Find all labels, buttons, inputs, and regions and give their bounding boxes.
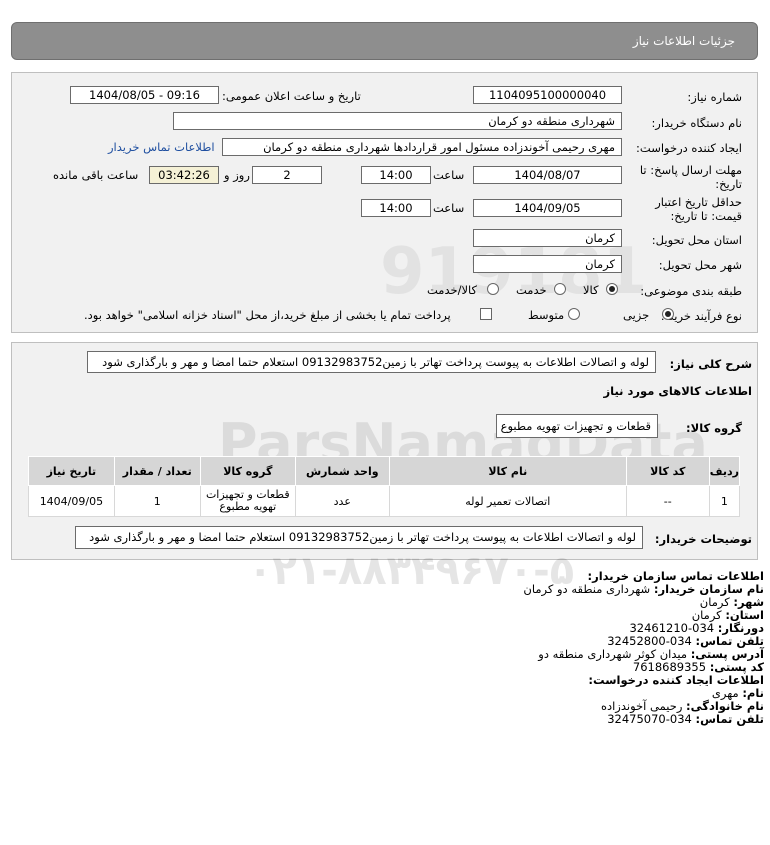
deadline-label: مهلت ارسال پاسخ: تا bbox=[639, 163, 742, 177]
category-radio-goods-service[interactable] bbox=[487, 283, 499, 295]
deadline-date-field: 1404/08/07 bbox=[473, 166, 622, 184]
validity-time-field: 14:00 bbox=[361, 199, 431, 217]
cell-unit: عدد bbox=[294, 485, 390, 517]
page-title: جزئیات اطلاعات نیاز bbox=[632, 34, 735, 48]
province-label: استان محل تحویل: bbox=[651, 233, 742, 247]
buyer-org-label: نام دستگاه خریدار: bbox=[651, 116, 742, 130]
description-field: لوله و اتصالات اطلاعات به پیوست پرداخت ت… bbox=[87, 351, 656, 373]
goods-section-title: اطلاعات کالاهای مورد نیاز bbox=[603, 384, 752, 398]
buyer-name-label: نام سازمان خریدار: bbox=[653, 582, 764, 596]
col-row: ردیف bbox=[708, 456, 741, 486]
contact-province-value: کرمان bbox=[691, 608, 722, 622]
col-group: گروه کالا bbox=[199, 456, 296, 486]
buyer-notes-field: لوله و اتصالات اطلاعات به پیوست پرداخت ت… bbox=[75, 526, 643, 549]
contact-city-label: شهر: bbox=[733, 595, 764, 609]
goods-group-label: گروه کالا: bbox=[686, 421, 742, 435]
treasury-payment-note: پرداخت تمام یا بخشی از مبلغ خرید،از محل … bbox=[84, 308, 451, 322]
validity-time-label: ساعت bbox=[433, 201, 465, 215]
buyer-org-field: شهرداری منطقه دو کرمان bbox=[173, 112, 622, 130]
cell-quantity: 1 bbox=[113, 485, 201, 517]
category-option-goods-service: کالا/خدمت bbox=[427, 283, 478, 297]
validity-label: حداقل تاریخ اعتبار bbox=[655, 195, 742, 209]
postal-value: 7618689355 bbox=[632, 660, 707, 674]
col-code: کد کالا bbox=[625, 456, 710, 486]
creator-label: ایجاد کننده درخواست: bbox=[636, 141, 742, 155]
category-label: طبقه بندی موضوعی: bbox=[640, 284, 742, 298]
col-date: تاریخ نیاز bbox=[28, 456, 115, 486]
first-name-value: مهری bbox=[711, 686, 739, 700]
creator-phone-line: تلفن تماس: 034-32475070 bbox=[34, 713, 764, 726]
goods-group-field: قطعات و تجهیزات تهویه مطبوع bbox=[496, 414, 658, 438]
category-option-goods: کالا bbox=[583, 283, 599, 297]
phone-value: 034-32452800 bbox=[607, 634, 692, 648]
fax-label: دورنگار: bbox=[717, 621, 764, 635]
deadline-label-2: تاریخ: bbox=[715, 177, 742, 191]
first-name-label: نام: bbox=[742, 686, 764, 700]
buyer-notes-label: توضیحات خریدار: bbox=[654, 532, 752, 546]
contact-city-value: کرمان bbox=[699, 595, 730, 609]
items-table: ردیف کد کالا نام کالا واحد شمارش گروه کا… bbox=[28, 456, 741, 517]
need-number-field: 1104095100000040 bbox=[473, 86, 622, 104]
process-radio-partial[interactable] bbox=[662, 308, 674, 320]
need-number-label: شماره نیاز: bbox=[687, 90, 742, 104]
days-label: روز و bbox=[224, 168, 250, 182]
announce-field: 1404/08/05 - 09:16 bbox=[70, 86, 219, 104]
description-label: شرح کلی نیاز: bbox=[669, 357, 752, 371]
validity-date-field: 1404/09/05 bbox=[473, 199, 622, 217]
city-line: شهر: کرمان bbox=[34, 596, 764, 609]
category-radio-service[interactable] bbox=[554, 283, 566, 295]
process-radio-medium[interactable] bbox=[568, 308, 580, 320]
deadline-time-field: 14:00 bbox=[361, 166, 431, 184]
contact-info: اطلاعات تماس سازمان خریدار: نام سازمان خ… bbox=[34, 570, 764, 726]
creator-phone-value: 034-32475070 bbox=[607, 712, 692, 726]
process-option-partial: جزیی bbox=[623, 308, 650, 322]
province-field: کرمان bbox=[473, 229, 622, 247]
last-name-value: رحیمی آخوندزاده bbox=[600, 699, 683, 713]
address-label: آدرس پستی: bbox=[690, 647, 764, 661]
postal-label: کد پستی: bbox=[709, 660, 764, 674]
cell-group: قطعات و تجهیزات تهویه مطبوع bbox=[199, 485, 296, 517]
remaining-label: ساعت باقی مانده bbox=[53, 168, 139, 182]
cell-code: -- bbox=[625, 485, 710, 517]
creator-field: مهری رحیمی آخوندزاده مسئول امور قرارداده… bbox=[222, 138, 622, 156]
process-option-medium: متوسط bbox=[528, 308, 565, 322]
last-name-label: نام خانوادگی: bbox=[686, 699, 764, 713]
days-field: 2 bbox=[252, 166, 322, 184]
fax-value: 034-32461210 bbox=[629, 621, 715, 635]
city-field: کرمان bbox=[473, 255, 622, 273]
contact-province-label: استان: bbox=[725, 608, 764, 622]
buyer-contact-link[interactable]: اطلاعات تماس خریدار bbox=[108, 140, 215, 154]
phone-label: تلفن تماس: bbox=[695, 634, 764, 648]
col-unit: واحد شمارش bbox=[294, 456, 390, 486]
creator-phone-label: تلفن تماس: bbox=[695, 712, 764, 726]
address-value: میدان کوثر شهرداری منطقه دو bbox=[538, 647, 688, 661]
buyer-name-value: شهرداری منطقه دو کرمان bbox=[523, 582, 651, 596]
col-name: نام کالا bbox=[388, 456, 627, 486]
cell-name: اتصالات تعمیر لوله bbox=[388, 485, 627, 517]
category-option-service: خدمت bbox=[516, 283, 547, 297]
announce-label: تاریخ و ساعت اعلان عمومی: bbox=[222, 89, 361, 103]
deadline-time-label: ساعت bbox=[433, 168, 465, 182]
category-radio-goods[interactable] bbox=[606, 283, 618, 295]
items-table-header: ردیف کد کالا نام کالا واحد شمارش گروه کا… bbox=[28, 456, 741, 486]
cell-row: 1 bbox=[708, 485, 741, 517]
remaining-time-field: 03:42:26 bbox=[149, 166, 219, 184]
treasury-payment-checkbox[interactable] bbox=[480, 308, 492, 320]
cell-date: 1404/09/05 bbox=[28, 485, 115, 517]
table-row: 1 -- اتصالات تعمیر لوله عدد قطعات و تجهی… bbox=[28, 485, 741, 517]
city-label: شهر محل تحویل: bbox=[658, 258, 742, 272]
validity-label-2: قیمت: تا تاریخ: bbox=[670, 209, 742, 223]
cell-group-line2: تهویه مطبوع bbox=[219, 500, 277, 513]
buyer-name-line: نام سازمان خریدار: شهرداری منطقه دو کرما… bbox=[34, 583, 764, 596]
page-header: جزئیات اطلاعات نیاز bbox=[11, 22, 758, 60]
creator-contact-title: اطلاعات ایجاد کننده درخواست: bbox=[588, 673, 764, 687]
col-quantity: تعداد / مقدار bbox=[113, 456, 201, 486]
